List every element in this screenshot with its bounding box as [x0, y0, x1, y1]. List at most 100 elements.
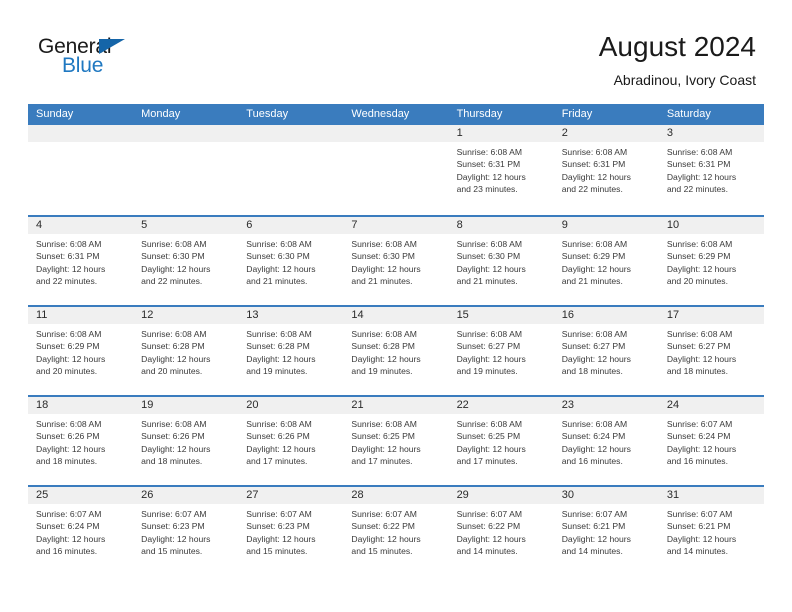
day-details: Sunrise: 6:08 AM Sunset: 6:28 PM Daylight:…	[133, 324, 238, 377]
day-detail-line: Sunrise: 6:08 AM	[36, 239, 102, 249]
day-detail-line: and 18 minutes.	[561, 365, 623, 376]
day-detail-line: Sunset: 6:30 PM	[246, 251, 310, 262]
day-cell[interactable]: 19 Sunrise: 6:08 AM Sunset: 6:26 PM Dayligh…	[133, 397, 239, 485]
day-details: Sunrise: 6:08 AM Sunset: 6:27 PM Daylight:…	[554, 324, 659, 377]
day-detail-line: and 21 minutes.	[351, 275, 413, 286]
day-detail-line: Sunset: 6:21 PM	[561, 521, 626, 532]
day-cell[interactable]: 12 Sunrise: 6:08 AM Sunset: 6:28 PM Dayligh…	[133, 307, 239, 395]
day-cell[interactable]: 24 Sunrise: 6:07 AM Sunset: 6:24 PM Dayligh…	[658, 397, 764, 485]
day-cell[interactable]: 26 Sunrise: 6:07 AM Sunset: 6:23 PM Dayligh…	[133, 487, 239, 575]
day-number: 1	[456, 127, 463, 139]
day-detail-line: Sunrise: 6:08 AM	[561, 239, 628, 249]
day-number-band: 13	[238, 307, 344, 324]
day-details: Sunrise: 6:07 AM Sunset: 6:21 PM Daylight:…	[554, 504, 659, 557]
weekday-header-saturday: Saturday	[666, 108, 711, 120]
day-number: 30	[561, 489, 574, 501]
day-detail-line: Sunset: 6:27 PM	[456, 341, 521, 352]
day-cell[interactable]: 6 Sunrise: 6:08 AM Sunset: 6:30 PM Daylight…	[238, 217, 344, 305]
day-details: Sunrise: 6:08 AM Sunset: 6:28 PM Daylight:…	[343, 324, 448, 377]
day-cell[interactable]: 5 Sunrise: 6:08 AM Sunset: 6:30 PM Daylight…	[133, 217, 239, 305]
day-number-band: 16	[553, 307, 659, 324]
day-detail-line: Daylight: 12 hours	[351, 353, 421, 364]
day-detail-line: and 20 minutes.	[666, 275, 728, 286]
day-number-band: 10	[658, 217, 764, 234]
page-subtitle: Abradinou, Ivory Coast	[613, 72, 756, 88]
day-cell[interactable]: 13 Sunrise: 6:08 AM Sunset: 6:28 PM Dayligh…	[238, 307, 344, 395]
day-cell[interactable]: 8 Sunrise: 6:08 AM Sunset: 6:30 PM Daylight…	[448, 217, 554, 305]
day-cell[interactable]: 9 Sunrise: 6:08 AM Sunset: 6:29 PM Daylight…	[553, 217, 659, 305]
day-detail-line: and 18 minutes.	[666, 365, 728, 376]
day-number: 31	[666, 489, 680, 501]
day-cell[interactable]: 11 Sunrise: 6:08 AM Sunset: 6:29 PM Dayligh…	[28, 307, 134, 395]
day-detail-line: Sunrise: 6:07 AM	[666, 419, 733, 429]
day-detail-line: Sunrise: 6:08 AM	[246, 239, 312, 249]
day-cell[interactable]: 16 Sunrise: 6:08 AM Sunset: 6:27 PM Dayligh…	[553, 307, 659, 395]
day-cell[interactable]: 23 Sunrise: 6:08 AM Sunset: 6:24 PM Dayligh…	[553, 397, 659, 485]
day-detail-line: Daylight: 12 hours	[456, 171, 526, 182]
day-cell[interactable]: 28 Sunrise: 6:07 AM Sunset: 6:22 PM Dayligh…	[343, 487, 449, 575]
day-detail-line: and 16 minutes.	[561, 455, 623, 466]
day-details: Sunrise: 6:08 AM Sunset: 6:26 PM Daylight:…	[238, 414, 343, 467]
day-detail-line: and 17 minutes.	[246, 455, 308, 466]
day-cell[interactable]: 7 Sunrise: 6:08 AM Sunset: 6:30 PM Daylight…	[343, 217, 449, 305]
day-number: 23	[561, 399, 574, 411]
weekday-header-thursday: Thursday	[456, 108, 503, 120]
day-cell[interactable]: 15 Sunrise: 6:08 AM Sunset: 6:27 PM Dayligh…	[448, 307, 554, 395]
day-cell[interactable]: 2 Sunrise: 6:08 AM Sunset: 6:31 PM Daylight…	[553, 125, 659, 215]
day-detail-line: and 22 minutes.	[141, 275, 203, 286]
weekday-header-row: Sunday Monday Tuesday Wednesday Thursday Frid…	[28, 104, 764, 125]
day-number-band: 20	[238, 397, 344, 414]
day-detail-line: and 15 minutes.	[141, 545, 203, 556]
day-cell[interactable]: 31 Sunrise: 6:07 AM Sunset: 6:21 PM Dayligh…	[658, 487, 764, 575]
day-cell[interactable]: 30 Sunrise: 6:07 AM Sunset: 6:21 PM Dayligh…	[553, 487, 659, 575]
day-detail-line: and 20 minutes.	[141, 365, 203, 376]
day-cell[interactable]: 29 Sunrise: 6:07 AM Sunset: 6:22 PM Dayligh…	[448, 487, 554, 575]
day-number: 4	[36, 219, 43, 231]
day-detail-line: Sunrise: 6:08 AM	[456, 419, 523, 429]
day-cell[interactable]: 21 Sunrise: 6:08 AM Sunset: 6:25 PM Dayligh…	[343, 397, 449, 485]
day-detail-line: Sunset: 6:29 PM	[36, 341, 100, 352]
calendar-week-row: 11 Sunrise: 6:08 AM Sunset: 6:29 PM Dayligh…	[28, 305, 764, 395]
day-cell[interactable]: 27 Sunrise: 6:07 AM Sunset: 6:23 PM Dayligh…	[238, 487, 344, 575]
day-detail-line: Daylight: 12 hours	[666, 171, 737, 182]
day-cell[interactable]: 20 Sunrise: 6:08 AM Sunset: 6:26 PM Dayligh…	[238, 397, 344, 485]
day-detail-line: and 16 minutes.	[36, 545, 98, 556]
calendar-week-row: 25 Sunrise: 6:07 AM Sunset: 6:24 PM Dayligh…	[28, 485, 764, 575]
day-number-band: 23	[553, 397, 659, 414]
day-detail-line: Sunset: 6:24 PM	[561, 431, 626, 442]
title-block: August 2024 Abradinou, Ivory Coast	[599, 30, 756, 90]
day-cell[interactable]: 25 Sunrise: 6:07 AM Sunset: 6:24 PM Dayligh…	[28, 487, 134, 575]
day-cell[interactable]: 18 Sunrise: 6:08 AM Sunset: 6:26 PM Dayligh…	[28, 397, 134, 485]
day-detail-line: and 23 minutes.	[456, 183, 518, 194]
day-detail-line: Daylight: 12 hours	[246, 533, 316, 544]
day-detail-line: Sunrise: 6:08 AM	[36, 419, 102, 429]
day-number: 24	[666, 399, 680, 411]
day-cell[interactable]: 17 Sunrise: 6:08 AM Sunset: 6:27 PM Dayligh…	[658, 307, 764, 395]
day-detail-line: Sunset: 6:26 PM	[36, 431, 100, 442]
day-detail-line: Sunset: 6:31 PM	[561, 159, 626, 170]
day-number-band: 26	[133, 487, 239, 504]
day-cell[interactable]: 3 Sunrise: 6:08 AM Sunset: 6:31 PM Daylight…	[658, 125, 764, 215]
day-number-band: 27	[238, 487, 344, 504]
day-detail-line: and 22 minutes.	[36, 275, 98, 286]
day-detail-line: and 22 minutes.	[561, 183, 623, 194]
day-details	[133, 142, 238, 146]
day-cell[interactable]: 4 Sunrise: 6:08 AM Sunset: 6:31 PM Daylight…	[28, 217, 134, 305]
day-number-band: 12	[133, 307, 239, 324]
day-cell[interactable]: 14 Sunrise: 6:08 AM Sunset: 6:28 PM Dayligh…	[343, 307, 449, 395]
day-detail-line: Daylight: 12 hours	[666, 533, 737, 544]
general-blue-logo[interactable]: General Blue	[38, 36, 238, 86]
day-detail-line: and 20 minutes.	[36, 365, 98, 376]
day-cell[interactable]: 22 Sunrise: 6:08 AM Sunset: 6:25 PM Dayligh…	[448, 397, 554, 485]
day-detail-line: Sunset: 6:24 PM	[666, 431, 731, 442]
day-details: Sunrise: 6:08 AM Sunset: 6:31 PM Daylight:…	[554, 142, 659, 195]
day-details: Sunrise: 6:08 AM Sunset: 6:29 PM Daylight:…	[659, 234, 764, 287]
day-number-band: 5	[133, 217, 239, 234]
day-cell[interactable]: 10 Sunrise: 6:08 AM Sunset: 6:29 PM Dayligh…	[658, 217, 764, 305]
day-detail-line: Sunset: 6:26 PM	[246, 431, 310, 442]
day-detail-line: Daylight: 12 hours	[456, 533, 526, 544]
day-detail-line: and 14 minutes.	[561, 545, 623, 556]
day-number: 28	[351, 489, 364, 501]
day-detail-line: and 15 minutes.	[246, 545, 308, 556]
day-cell[interactable]: 1 Sunrise: 6:08 AM Sunset: 6:31 PM Daylight…	[448, 125, 554, 215]
